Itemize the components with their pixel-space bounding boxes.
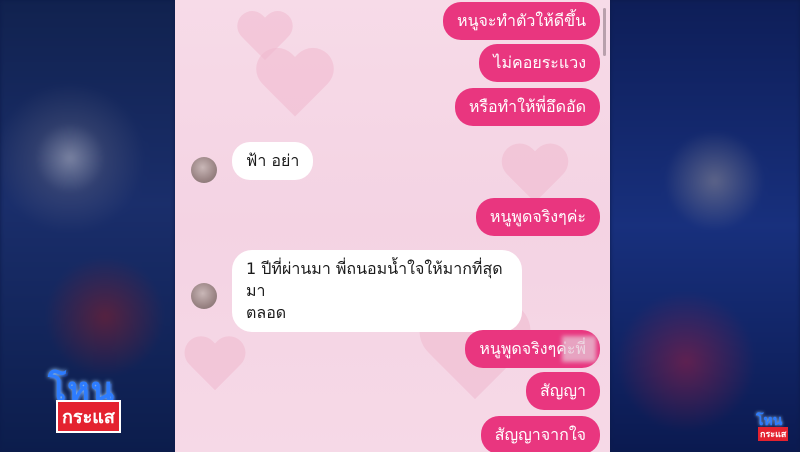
outgoing-message: สัญญาจากใจ [480,416,600,452]
scrollbar[interactable] [603,8,606,56]
contact-avatar[interactable] [191,157,217,183]
outgoing-message: หนูจะทำตัวให้ดีขึ้น [443,2,600,40]
logo-text-bottom: กระแส [56,400,121,433]
censor-blur [562,336,596,362]
outgoing-message: ไม่คอยระแวง [479,44,600,82]
channel-logo-small: โหน กระแส [756,410,796,446]
outgoing-message: สัญญา [525,372,600,410]
channel-logo: โหน กระแส [48,362,148,433]
outgoing-message: หรือทำให้พี่อึดอัด [454,88,600,126]
outgoing-message: หนูพูดจริงๆค่ะ [475,198,600,236]
heart-decoration-icon [253,49,337,125]
heart-decoration-icon [182,337,248,396]
chat-screen: หนูจะทำตัวให้ดีขึ้น ไม่คอยระแวง หรือทำให… [175,0,610,452]
logo-small-text-bottom: กระแส [758,427,789,441]
contact-avatar[interactable] [191,283,217,309]
incoming-message-line: 1 ปีที่ผ่านมา พี่ถนอมน้ำใจให้มากที่สุดมา [246,259,503,300]
incoming-message: 1 ปีที่ผ่านมา พี่ถนอมน้ำใจให้มากที่สุดมา… [232,250,522,332]
incoming-message: ฟ้า อย่า [232,142,314,180]
incoming-message-line: ตลอด [246,303,287,322]
blurred-background-right [610,0,800,452]
